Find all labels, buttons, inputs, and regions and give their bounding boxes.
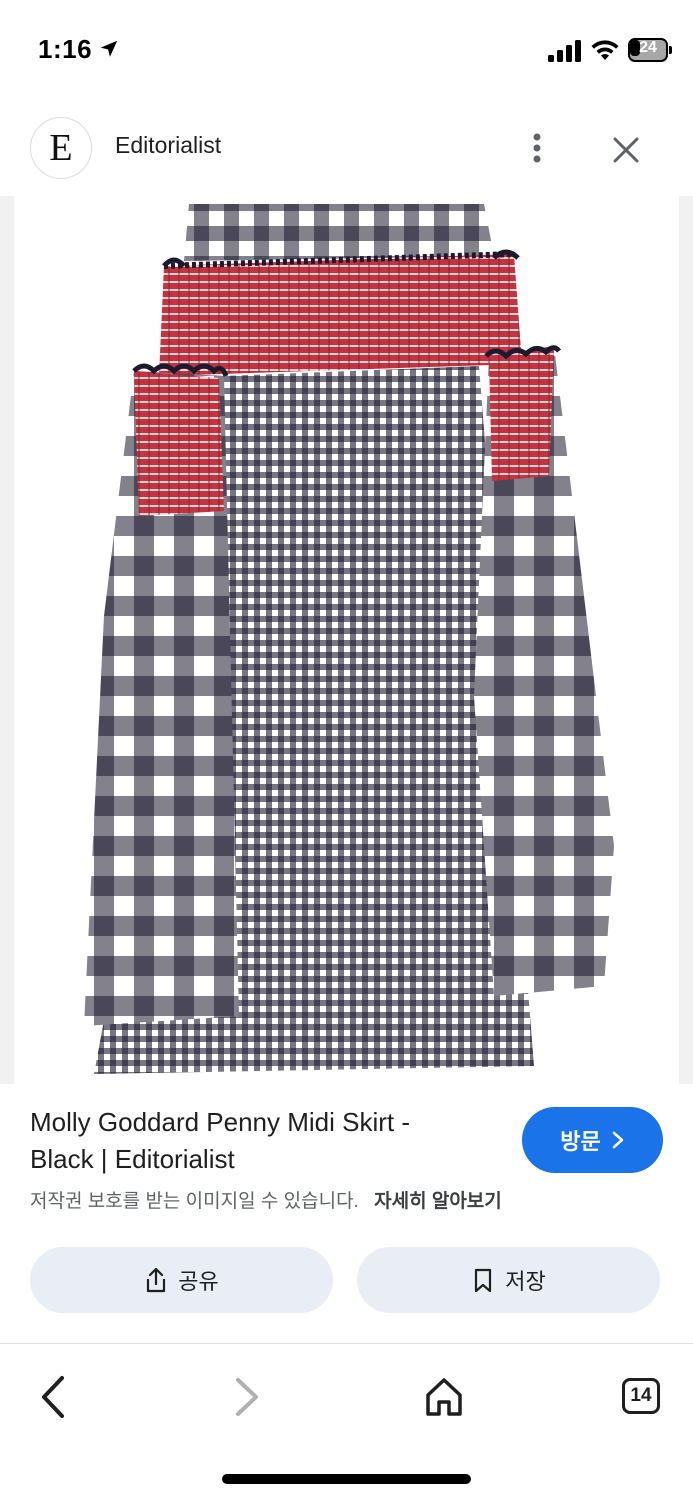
bottom-divider [0, 1343, 693, 1344]
image-viewer[interactable] [0, 196, 693, 1084]
chevron-right-icon [612, 1131, 623, 1149]
tabs-button[interactable]: 14 [622, 1378, 660, 1414]
more-vert-icon[interactable] [522, 130, 552, 166]
site-logo[interactable]: E [30, 117, 92, 179]
copyright-notice-row: 저작권 보호를 받는 이미지일 수 있습니다. 자세히 알아보기 [30, 1186, 502, 1213]
location-arrow-icon [100, 40, 118, 57]
share-button[interactable]: 공유 [30, 1247, 333, 1313]
status-time: 1:16 [38, 34, 93, 64]
battery-level: 24 [639, 39, 657, 56]
home-indicator [222, 1474, 471, 1484]
close-icon[interactable] [608, 132, 644, 168]
visit-button[interactable]: 방문 [522, 1107, 663, 1173]
result-title[interactable]: Molly Goddard Penny Midi Skirt - Black |… [30, 1104, 470, 1178]
save-label: 저장 [505, 1269, 546, 1294]
forward-icon[interactable] [230, 1376, 264, 1418]
share-label: 공유 [178, 1269, 219, 1294]
cellular-signal-icon [548, 40, 581, 62]
skirt-illustration [84, 204, 614, 1074]
bookmark-icon [475, 1268, 492, 1293]
copyright-notice: 저작권 보호를 받는 이미지일 수 있습니다. [30, 1191, 359, 1212]
battery-icon: 24 [628, 38, 672, 62]
status-bar: 1:16 24 [0, 0, 693, 100]
visit-label: 방문 [560, 1129, 601, 1154]
home-icon[interactable] [424, 1376, 464, 1418]
back-icon[interactable] [36, 1374, 70, 1420]
source-header: E Editorialist [0, 110, 693, 186]
share-icon [147, 1267, 166, 1293]
learn-more-link[interactable]: 자세히 알아보기 [374, 1191, 502, 1212]
site-name[interactable]: Editorialist [115, 132, 221, 159]
wifi-icon [591, 40, 619, 60]
save-button[interactable]: 저장 [357, 1247, 660, 1313]
product-image[interactable] [14, 196, 679, 1084]
